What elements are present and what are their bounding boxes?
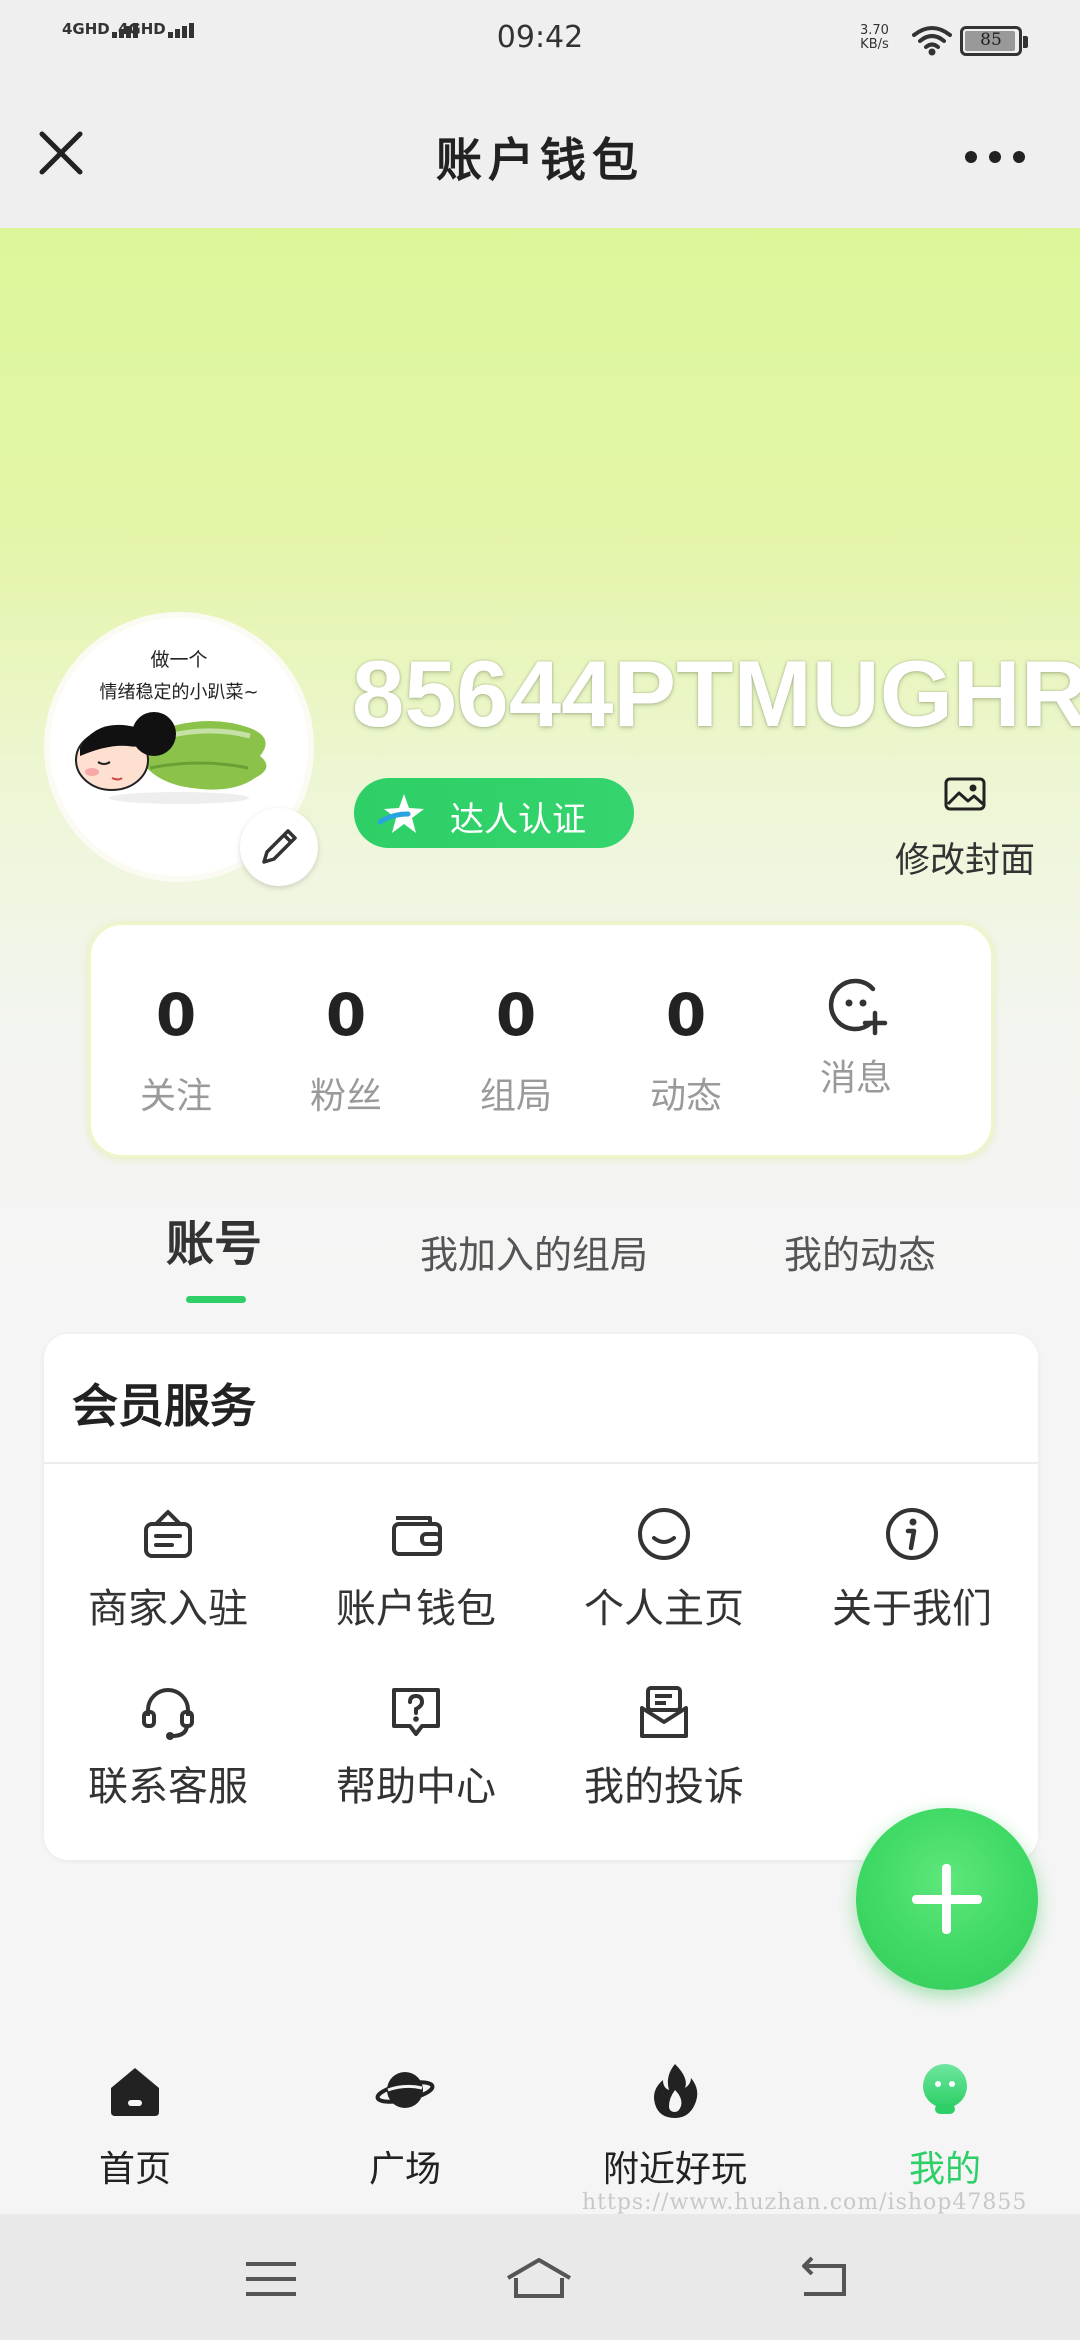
- tab-joined-groups[interactable]: 我加入的组局: [420, 1224, 648, 1279]
- nav-label: 附近好玩: [602, 2149, 747, 2190]
- menu-icon[interactable]: [236, 2254, 306, 2304]
- wallet-icon: [392, 1516, 442, 1556]
- pencil-icon: [262, 829, 297, 864]
- badge-label: 达人认证: [450, 800, 586, 840]
- service-help-center[interactable]: 帮助中心: [292, 1682, 540, 1842]
- back-icon[interactable]: [790, 2254, 860, 2304]
- store-icon: [144, 1510, 192, 1558]
- service-label: 帮助中心: [336, 1764, 496, 1810]
- divider: [44, 1462, 1038, 1464]
- profile-tabs: 账号 我加入的组局 我的动态: [0, 1194, 1080, 1314]
- status-bar: 4GHD 4GHD 09:42 3.70 KB/s 85: [0, 0, 1080, 80]
- change-cover-label: 修改封面: [894, 841, 1035, 881]
- stat-label: 动态: [649, 1076, 722, 1117]
- service-personal-homepage[interactable]: 个人主页: [540, 1504, 788, 1664]
- expert-verification-badge[interactable]: 达人认证: [354, 778, 634, 848]
- service-label: 商家入驻: [88, 1586, 248, 1632]
- nav-home[interactable]: 首页: [0, 2036, 270, 2214]
- stats-card: 0 关注 0 粉丝 0 组局 0 动态 消息: [88, 922, 994, 1158]
- tab-indicator: [186, 1296, 246, 1303]
- service-account-wallet[interactable]: 账户钱包: [292, 1504, 540, 1664]
- member-services-card: 会员服务 商家入驻 账户钱包 个人主页 关于我们 联系客服 帮助中心 我的投诉: [44, 1334, 1038, 1860]
- stat-label: 关注: [139, 1076, 212, 1117]
- image-icon: [944, 777, 986, 811]
- add-button[interactable]: [856, 1808, 1038, 1990]
- home-icon: [111, 2068, 159, 2116]
- page-title: 账户钱包: [436, 133, 644, 187]
- bottom-navigation: 首页 广场 附近好玩 我的: [0, 2036, 1080, 2214]
- stat-value: 0: [495, 981, 537, 1049]
- service-label: 关于我们: [832, 1586, 992, 1632]
- service-label: 联系客服: [88, 1764, 248, 1810]
- stat-followers[interactable]: 0 粉丝: [261, 925, 431, 1161]
- message-icon: [828, 978, 888, 1036]
- service-merchant-join[interactable]: 商家入驻: [44, 1504, 292, 1664]
- edit-avatar-button[interactable]: [240, 808, 318, 886]
- service-label: 我的投诉: [584, 1764, 744, 1810]
- system-navigation-bar: [0, 2214, 1080, 2340]
- info-icon: [886, 1508, 938, 1560]
- username: 85644PTMUGHRDSBJ: [352, 641, 1080, 746]
- change-cover-button[interactable]: 修改封面: [880, 776, 1050, 886]
- tab-account[interactable]: 账号: [166, 1204, 262, 1274]
- avatar-caption-1: 做一个: [150, 649, 207, 671]
- nav-nearby-fun[interactable]: 附近好玩: [540, 2036, 810, 2214]
- headset-icon: [142, 1688, 194, 1740]
- wifi-icon: [912, 26, 952, 56]
- help-icon: [392, 1688, 440, 1736]
- messages-label: 消息: [819, 1058, 892, 1099]
- service-label: 个人主页: [584, 1586, 744, 1632]
- nav-label: 广场: [368, 2149, 441, 2190]
- tab-my-posts[interactable]: 我的动态: [784, 1224, 936, 1279]
- service-contact-support[interactable]: 联系客服: [44, 1682, 292, 1842]
- profile-icon: [923, 2064, 967, 2114]
- service-label: 账户钱包: [336, 1586, 496, 1632]
- stat-value: 0: [665, 981, 707, 1049]
- stat-value: 0: [155, 981, 197, 1049]
- stat-posts[interactable]: 0 动态: [601, 925, 771, 1161]
- stat-label: 粉丝: [309, 1076, 382, 1117]
- smile-icon: [638, 1508, 690, 1560]
- service-my-complaints[interactable]: 我的投诉: [540, 1682, 788, 1842]
- avatar-caption-2: 情绪稳定的小趴菜~: [99, 682, 258, 703]
- stat-groups[interactable]: 0 组局: [431, 925, 601, 1161]
- member-services-title: 会员服务: [72, 1379, 256, 1433]
- messages-button[interactable]: 消息: [771, 925, 941, 1161]
- title-bar: 账户钱包: [0, 80, 1080, 228]
- planet-icon: [375, 2072, 435, 2108]
- nav-label: 首页: [98, 2149, 171, 2190]
- watermark: https://www.huzhan.com/ishop47855: [582, 2190, 1028, 2215]
- net-speed-unit: KB/s: [860, 37, 889, 52]
- stat-value: 0: [325, 981, 367, 1049]
- star-icon: [378, 794, 424, 833]
- home-key-icon[interactable]: [504, 2254, 574, 2304]
- nav-label: 我的: [908, 2149, 981, 2190]
- complaint-icon: [640, 1686, 688, 1738]
- nav-square[interactable]: 广场: [270, 2036, 540, 2214]
- nav-mine[interactable]: 我的: [810, 2036, 1080, 2214]
- more-options-icon[interactable]: [960, 142, 1030, 172]
- stat-following[interactable]: 0 关注: [91, 925, 261, 1161]
- battery-icon: 85: [960, 26, 1028, 56]
- net-speed-value: 3.70: [860, 23, 889, 38]
- battery-level: 85: [980, 30, 1002, 50]
- service-about-us[interactable]: 关于我们: [788, 1504, 1036, 1664]
- net-speed: 3.70 KB/s: [860, 24, 889, 52]
- stat-label: 组局: [479, 1076, 552, 1117]
- flame-icon: [654, 2064, 698, 2118]
